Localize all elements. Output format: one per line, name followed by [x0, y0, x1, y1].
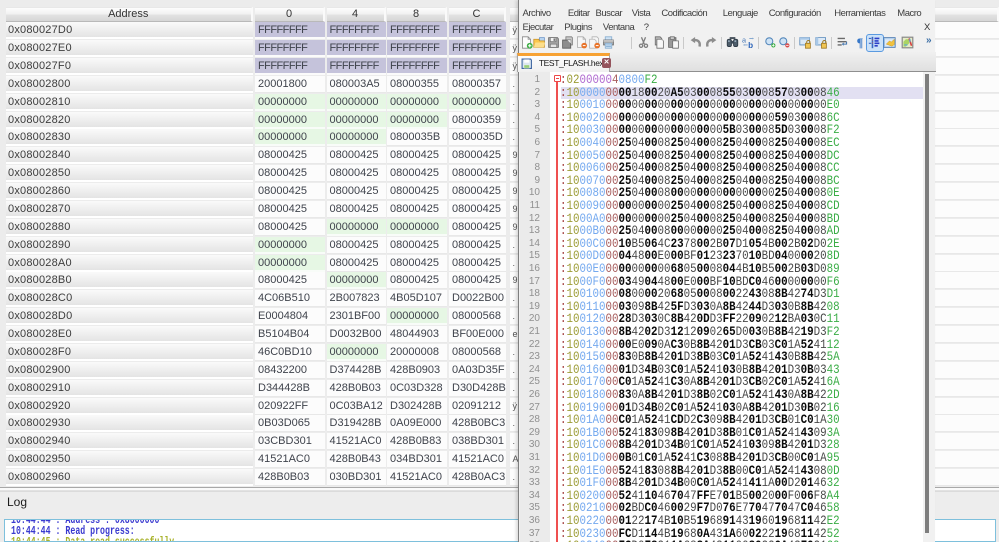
svg-text:b: b: [748, 41, 753, 49]
svg-text:¶: ¶: [856, 36, 863, 49]
svg-text:a: a: [742, 36, 747, 45]
